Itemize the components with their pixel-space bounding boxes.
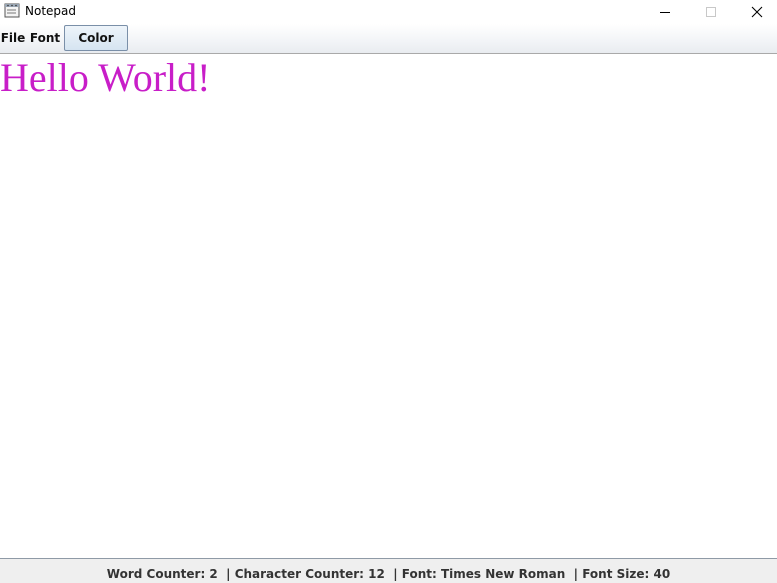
minimize-button[interactable]	[642, 0, 688, 24]
maximize-icon	[705, 3, 717, 22]
editor-content[interactable]: Hello World!	[0, 56, 210, 100]
menu-file[interactable]: File	[0, 24, 26, 53]
menu-color[interactable]: Color	[64, 25, 128, 51]
minimize-icon	[659, 3, 671, 22]
close-button[interactable]	[734, 0, 777, 24]
notepad-window: Notepad File Font Color Hello World! Wor…	[0, 0, 777, 583]
maximize-button[interactable]	[688, 0, 734, 24]
text-editor-area[interactable]: Hello World!	[0, 54, 777, 558]
menu-font[interactable]: Font	[29, 24, 61, 53]
title-bar[interactable]: Notepad	[0, 0, 777, 24]
status-bar: Word Counter: 2 | Character Counter: 12 …	[0, 558, 777, 583]
close-icon	[751, 3, 763, 22]
notepad-app-icon	[4, 2, 21, 19]
menu-bar: File Font Color	[0, 24, 777, 54]
window-title: Notepad	[25, 4, 76, 18]
